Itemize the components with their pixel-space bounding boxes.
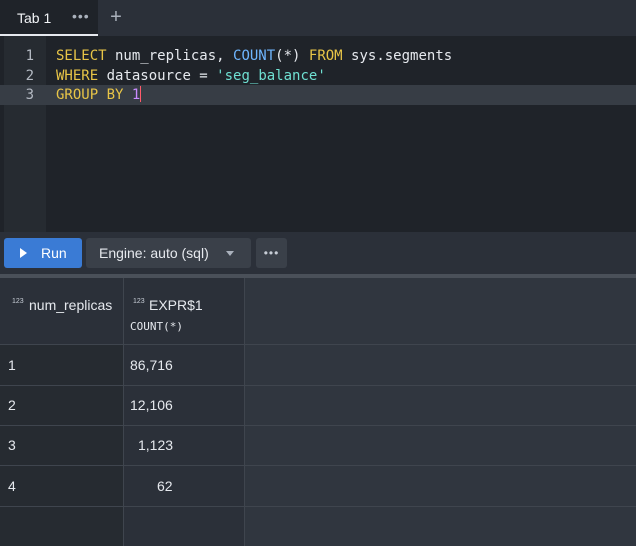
table-cell[interactable]: 1,123	[138, 437, 173, 453]
code-token: 1	[131, 87, 141, 103]
row-separator	[0, 344, 636, 345]
tab-1[interactable]: Tab 1 •••	[0, 0, 98, 36]
column-header-num-replicas[interactable]: 123 num_replicas	[0, 278, 123, 344]
query-toolbar: Run Engine: auto (sql) •••	[0, 232, 636, 274]
table-cell[interactable]: 3	[8, 437, 16, 453]
code-token: COUNT	[233, 48, 276, 64]
code-text: SELECT num_replicas, COUNT(*) FROM sys.s…	[56, 46, 452, 66]
table-cell[interactable]: 86,716	[130, 357, 173, 373]
numeric-type-icon: 123	[12, 298, 24, 305]
code-token: WHERE	[56, 68, 99, 84]
tab-bar: Tab 1 ••• +	[0, 0, 636, 36]
line-number: 3	[25, 87, 34, 103]
code-token: num_replicas,	[106, 48, 234, 64]
line-number: 1	[25, 48, 34, 64]
engine-select[interactable]: Engine: auto (sql)	[86, 238, 251, 268]
more-options-button[interactable]: •••	[256, 238, 287, 268]
line-number: 2	[25, 68, 34, 84]
code-text: GROUP BY 1	[56, 85, 142, 105]
code-line-2[interactable]: 2 WHERE datasource = 'seg_balance'	[0, 66, 636, 86]
table-cell[interactable]: 4	[8, 478, 16, 494]
code-token: FROM	[308, 48, 343, 64]
code-line-1[interactable]: 1 SELECT num_replicas, COUNT(*) FROM sys…	[0, 46, 636, 66]
code-token: sys.segments	[342, 48, 453, 64]
engine-label: Engine: auto (sql)	[99, 245, 209, 261]
text-cursor	[140, 86, 142, 102]
tab-label: Tab 1	[17, 10, 52, 26]
add-tab-button[interactable]: +	[106, 4, 126, 30]
column-header-expr1[interactable]: 123 EXPR$1 COUNT(*)	[123, 278, 244, 344]
code-line-3[interactable]: 3 GROUP BY 1	[0, 85, 636, 105]
play-icon	[20, 248, 27, 258]
caret-down-icon	[226, 251, 234, 256]
code-token: 'seg_balance'	[216, 68, 326, 84]
column-name: num_replicas	[29, 297, 113, 313]
row-separator	[0, 506, 636, 507]
column-name: EXPR$1	[149, 297, 203, 313]
code-token: (*)	[275, 48, 309, 64]
code-text: WHERE datasource = 'seg_balance'	[56, 66, 326, 86]
column-expression: COUNT(*)	[130, 320, 183, 333]
run-button[interactable]: Run	[4, 238, 82, 268]
table-cell[interactable]: 12,106	[130, 397, 173, 413]
table-cell[interactable]: 62	[157, 478, 173, 494]
numeric-type-icon: 123	[133, 298, 145, 305]
table-cell[interactable]: 1	[8, 357, 16, 373]
table-cell[interactable]: 2	[8, 397, 16, 413]
code-token: datasource =	[98, 68, 217, 84]
row-separator	[0, 385, 636, 386]
row-separator	[0, 425, 636, 426]
query-editor[interactable]: 1 SELECT num_replicas, COUNT(*) FROM sys…	[0, 36, 636, 232]
code-token: GROUP BY	[56, 87, 124, 103]
tab-menu-icon[interactable]: •••	[72, 8, 90, 24]
run-label: Run	[41, 245, 67, 261]
results-table: 123 num_replicas 123 EXPR$1 COUNT(*) 1 8…	[0, 278, 636, 546]
row-separator	[0, 465, 636, 466]
code-token: SELECT	[56, 48, 107, 64]
